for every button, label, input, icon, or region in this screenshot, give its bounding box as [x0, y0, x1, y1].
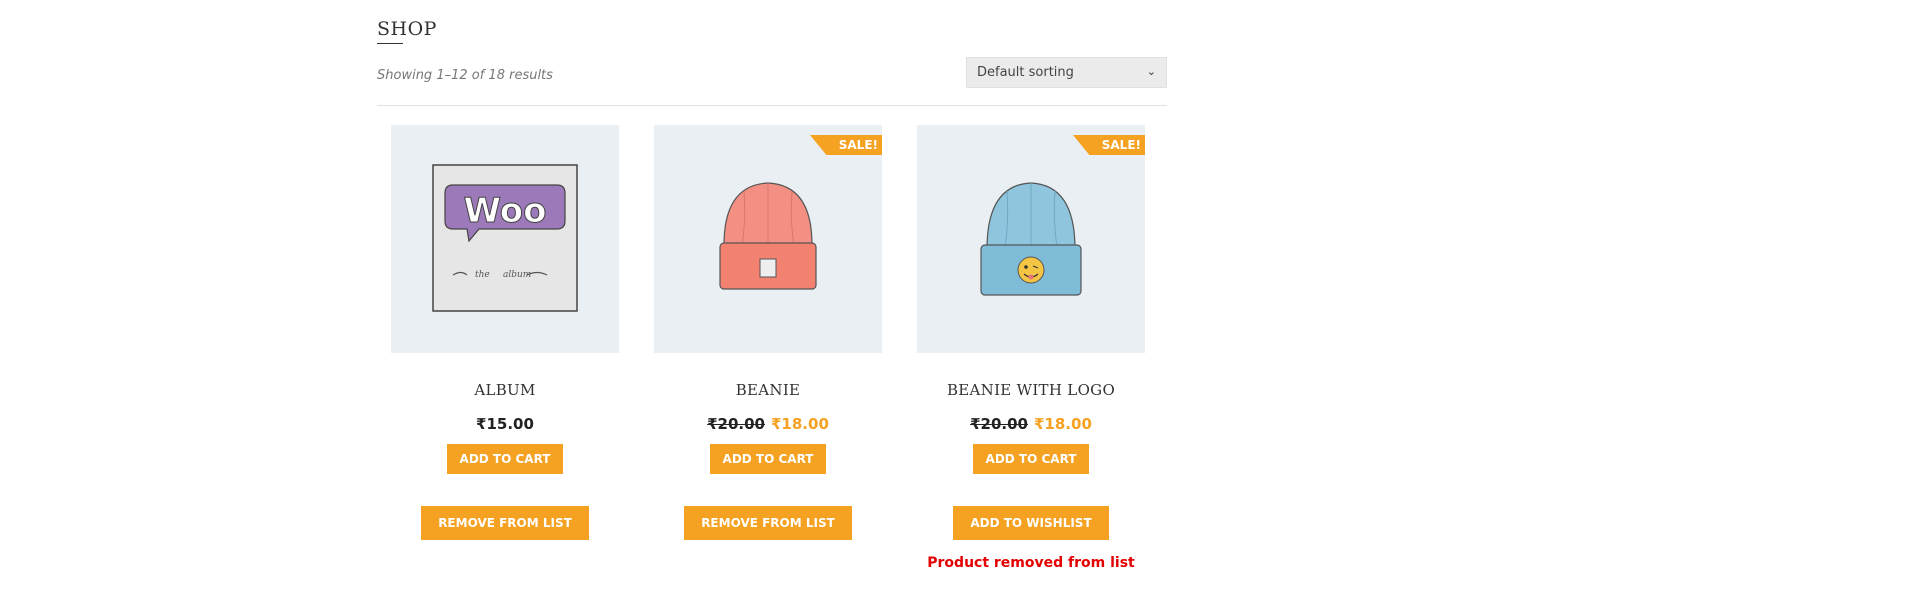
product-title[interactable]: BEANIE: [654, 381, 882, 399]
product-image[interactable]: SALE!: [654, 125, 882, 353]
product-card-beanie-with-logo: SALE! BEANIE WITH LOGO ₹20.00 ₹18.00 ADD …: [917, 125, 1145, 571]
sale-badge: SALE!: [1073, 135, 1145, 155]
result-count: Showing 1–12 of 18 results: [377, 68, 553, 83]
pink-beanie-icon: [719, 182, 817, 290]
woo-album-icon: Woo the album: [432, 164, 578, 312]
page-title: SHOP: [377, 18, 437, 40]
sort-selected-label: Default sorting: [977, 65, 1074, 80]
wishlist-notice: Product removed from list: [927, 555, 1135, 571]
wishlist-row: ADD TO WISHLIST: [917, 506, 1145, 540]
product-title[interactable]: ALBUM: [391, 381, 619, 399]
price-amount: ₹15.00: [476, 415, 534, 433]
wishlist-row: REMOVE FROM LIST: [391, 506, 619, 540]
add-to-cart-button[interactable]: ADD TO CART: [447, 444, 563, 474]
product-image[interactable]: Woo the album: [391, 125, 619, 353]
svg-text:the: the: [475, 270, 490, 280]
product-card-beanie: SALE! BEANIE ₹20.00 ₹18.00 ADD TO CART RE…: [654, 125, 882, 540]
wishlist-row: REMOVE FROM LIST: [654, 506, 882, 540]
sale-price: ₹18.00: [771, 415, 829, 433]
chevron-down-icon: ⌄: [1146, 65, 1156, 78]
sale-badge: SALE!: [810, 135, 882, 155]
product-price: ₹20.00 ₹18.00: [917, 415, 1145, 433]
sale-price: ₹18.00: [1034, 415, 1092, 433]
title-underline: [377, 43, 403, 44]
sort-select[interactable]: Default sorting ⌄: [966, 57, 1167, 88]
product-title[interactable]: BEANIE WITH LOGO: [917, 381, 1145, 399]
regular-price: ₹20.00: [707, 415, 765, 433]
regular-price: ₹20.00: [970, 415, 1028, 433]
divider: [377, 105, 1167, 106]
product-price: ₹15.00: [391, 415, 619, 433]
product-card-album: Woo the album ALBUM ₹15.00 ADD TO CART R…: [391, 125, 619, 540]
add-to-cart-button[interactable]: ADD TO CART: [973, 444, 1089, 474]
add-to-cart-button[interactable]: ADD TO CART: [710, 444, 826, 474]
sale-label: SALE!: [838, 138, 878, 152]
sale-label: SALE!: [1101, 138, 1141, 152]
add-to-wishlist-button[interactable]: ADD TO WISHLIST: [953, 506, 1109, 540]
svg-text:Woo: Woo: [463, 191, 546, 231]
product-image[interactable]: SALE!: [917, 125, 1145, 353]
blue-beanie-logo-icon: [980, 182, 1082, 296]
remove-from-list-button[interactable]: REMOVE FROM LIST: [421, 506, 589, 540]
svg-text:album: album: [503, 270, 531, 280]
remove-from-list-button[interactable]: REMOVE FROM LIST: [684, 506, 852, 540]
product-price: ₹20.00 ₹18.00: [654, 415, 882, 433]
